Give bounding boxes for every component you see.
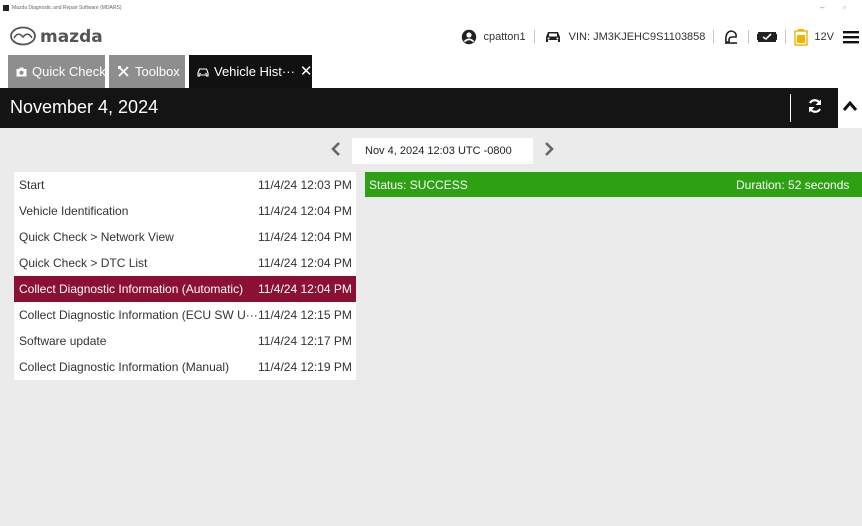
previous-button[interactable] (328, 141, 344, 161)
user-name: cpatton1 (483, 31, 526, 43)
session-name: Collect Diagnostic Information (Automati… (19, 282, 244, 296)
connection-icon (722, 28, 740, 46)
date-navigator: Nov 4, 2024 12:03 UTC -0800 (0, 138, 862, 164)
minimize-button[interactable]: – (820, 3, 824, 13)
tab-label: Quick Check (32, 64, 106, 79)
chevron-right-icon (544, 141, 554, 162)
chevron-up-icon (842, 99, 858, 117)
refresh-icon (806, 97, 824, 120)
tab-label: Vehicle Hist··· (214, 64, 295, 79)
svg-text:mazda: mazda (40, 27, 103, 47)
vci-icon (757, 29, 778, 45)
tab-quick-check[interactable]: Quick Check (8, 55, 106, 88)
session-time: 11/4/24 12:17 PM (258, 334, 352, 348)
divider (533, 30, 535, 44)
current-session-date: Nov 4, 2024 12:03 UTC -0800 (352, 138, 533, 164)
connection-status[interactable] (722, 28, 740, 46)
close-icon[interactable]: ✕ (300, 64, 313, 79)
list-item[interactable]: Collect Diagnostic Information (ECU SW U… (14, 302, 356, 328)
refresh-button[interactable] (800, 95, 830, 121)
menu-button[interactable] (842, 29, 860, 45)
vin-indicator: VIN: JM3KJEHC9S1103858 (543, 29, 706, 45)
date-header-bar: November 4, 2024 (0, 88, 862, 128)
list-item[interactable]: Start 11/4/24 12:03 PM (14, 172, 356, 198)
tools-icon (117, 65, 130, 78)
page-title: November 4, 2024 (10, 97, 159, 117)
restore-button[interactable]: ▫ (843, 3, 846, 13)
session-name: Start (19, 178, 45, 192)
divider (785, 30, 787, 44)
duration-label: Duration: 52 seconds (736, 178, 850, 192)
session-name: Collect Diagnostic Information (ECU SW U… (19, 308, 257, 322)
collapse-button[interactable] (838, 88, 862, 128)
voltage-text: 12V (814, 31, 834, 43)
list-item[interactable]: Software update 11/4/24 12:17 PM (14, 328, 356, 354)
battery-icon (794, 28, 809, 46)
session-time: 11/4/24 12:04 PM (258, 230, 352, 244)
session-name: Quick Check > Network View (19, 230, 174, 244)
window-titlebar: Mazda Diagnostic and Repair Software (MD… (0, 0, 862, 19)
divider (790, 94, 791, 122)
session-time: 11/4/24 12:03 PM (258, 178, 352, 192)
car-icon (543, 29, 563, 45)
status-bar: Status: SUCCESS Duration: 52 seconds (365, 172, 862, 197)
car-history-icon (197, 66, 209, 78)
next-button[interactable] (541, 141, 557, 161)
session-time: 11/4/24 12:04 PM (258, 204, 352, 218)
divider (748, 30, 750, 44)
vci-status[interactable] (757, 29, 778, 45)
session-name: Vehicle Identification (19, 204, 129, 218)
app-header: mazda cpatton1 VIN: JM3KJEHC9S1103858 12… (0, 19, 862, 55)
chevron-left-icon (331, 141, 341, 162)
list-item[interactable]: Vehicle Identification 11/4/24 12:04 PM (14, 198, 356, 224)
mazda-logo: mazda (10, 25, 110, 47)
divider (713, 30, 715, 44)
session-name: Software update (19, 334, 107, 348)
window-title: Mazda Diagnostic and Repair Software (MD… (12, 5, 122, 11)
tab-toolbox[interactable]: Toolbox (109, 55, 185, 88)
session-time: 11/4/24 12:04 PM (258, 282, 352, 296)
user-icon (461, 29, 477, 45)
vin-text: VIN: JM3KJEHC9S1103858 (568, 31, 706, 43)
list-item[interactable]: Quick Check > Network View 11/4/24 12:04… (14, 224, 356, 250)
header-status-group: cpatton1 VIN: JM3KJEHC9S1103858 12V (461, 19, 862, 55)
session-time: 11/4/24 12:04 PM (258, 256, 352, 270)
session-time: 11/4/24 12:19 PM (258, 360, 352, 374)
tab-label: Toolbox (135, 64, 180, 79)
user-indicator[interactable]: cpatton1 (461, 29, 526, 45)
battery-status: 12V (794, 28, 834, 46)
app-icon (3, 5, 9, 11)
list-item[interactable]: Quick Check > DTC List 11/4/24 12:04 PM (14, 250, 356, 276)
tab-vehicle-history[interactable]: Vehicle Hist··· ✕ (189, 55, 313, 88)
menu-icon (842, 29, 860, 45)
camera-icon (16, 67, 27, 77)
session-name: Quick Check > DTC List (19, 256, 148, 270)
session-list: Start 11/4/24 12:03 PM Vehicle Identific… (14, 172, 356, 380)
status-label: Status: SUCCESS (369, 178, 468, 192)
session-name: Collect Diagnostic Information (Manual) (19, 360, 230, 374)
list-item-selected[interactable]: Collect Diagnostic Information (Automati… (14, 276, 356, 302)
list-item[interactable]: Collect Diagnostic Information (Manual) … (14, 354, 356, 380)
session-time: 11/4/24 12:15 PM (258, 308, 352, 322)
tab-bar: Quick Check Toolbox Vehicle Hist··· ✕ (0, 55, 862, 88)
